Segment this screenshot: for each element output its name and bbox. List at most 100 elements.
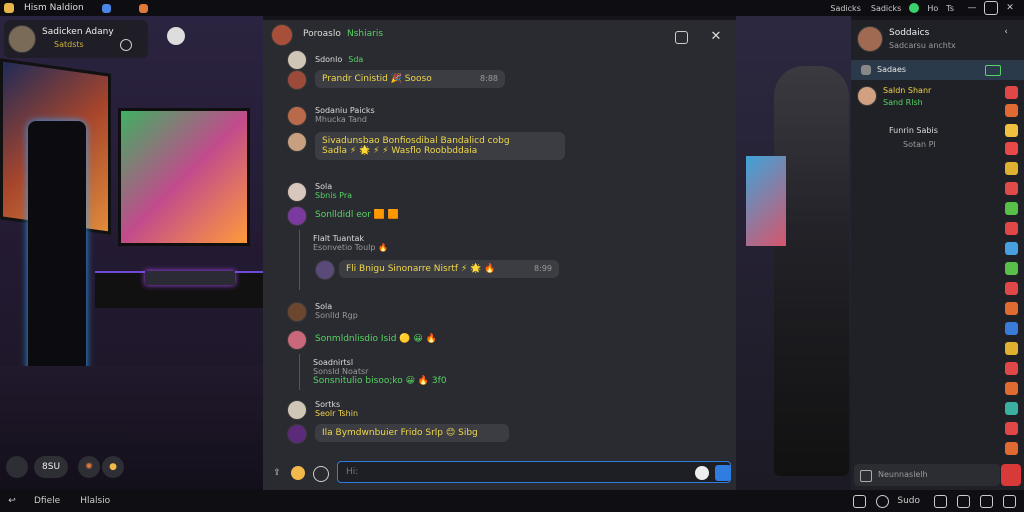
window-menu-d[interactable]: Ts xyxy=(946,4,954,13)
settings-icon[interactable] xyxy=(120,39,132,51)
message-6[interactable]: Sortks Seolr Tshin xyxy=(287,400,358,420)
member-avatar[interactable] xyxy=(857,86,877,106)
close-icon[interactable]: ✕ xyxy=(1004,2,1016,14)
message-avatar[interactable] xyxy=(287,132,307,152)
chat-header-avatar[interactable] xyxy=(271,24,293,46)
message-3[interactable]: Flalt Tuantak Esonvetio Toulp 🔥 xyxy=(313,234,388,252)
chat-header-name: Poroaslo xyxy=(303,29,341,39)
window-menu-c[interactable]: Ho xyxy=(927,4,938,13)
message-tag: Sonsld Noatsr xyxy=(313,367,369,376)
chat-bubble-icon[interactable] xyxy=(980,494,993,508)
more-icon[interactable]: ‹ xyxy=(1001,27,1011,37)
app-icon[interactable] xyxy=(1005,382,1018,395)
status-left-0[interactable]: Dfiele xyxy=(34,496,60,506)
message-avatar[interactable] xyxy=(287,206,307,226)
message-0[interactable]: Sdonlo Sda xyxy=(287,50,363,70)
app-icon[interactable] xyxy=(1005,124,1018,137)
thread-line xyxy=(299,354,300,390)
message-avatar[interactable] xyxy=(315,260,335,280)
chat-close-icon[interactable]: ✕ xyxy=(709,29,723,44)
app-icon[interactable] xyxy=(1005,262,1018,275)
left-user-chip[interactable]: Sadicken Adany Satdsts xyxy=(4,20,148,58)
window-menu-a[interactable]: Sadicks xyxy=(830,4,860,13)
minimize-icon[interactable]: — xyxy=(966,2,978,14)
app-icon[interactable] xyxy=(1005,86,1018,99)
members-header: Soddaics Sadcarsu anchtx ‹ xyxy=(851,20,1024,58)
message-avatar[interactable] xyxy=(287,182,307,202)
message-avatar[interactable] xyxy=(287,70,307,90)
app-icon[interactable] xyxy=(1005,362,1018,375)
message-bubble[interactable]: Fli Bnigu Sinonarre Nisrtf ⚡ 🌟 🔥 8:99 xyxy=(339,260,559,278)
grid-icon[interactable] xyxy=(934,494,947,508)
alien-icon[interactable] xyxy=(167,27,185,45)
expand-icon[interactable] xyxy=(675,31,688,44)
message-avatar[interactable] xyxy=(287,400,307,420)
app-icon[interactable] xyxy=(1005,242,1018,255)
back-icon[interactable]: ↩ xyxy=(6,495,18,507)
app-icon[interactable] xyxy=(1005,222,1018,235)
theme-icon[interactable] xyxy=(6,456,28,478)
mic-button[interactable] xyxy=(1001,464,1021,486)
left-user-avatar[interactable] xyxy=(8,25,36,53)
app-icon[interactable] xyxy=(1005,282,1018,295)
message-avatar[interactable] xyxy=(287,330,307,350)
message-tag: Esonvetio Toulp 🔥 xyxy=(313,243,388,252)
message-bubble[interactable]: Ila Bymdwnbuier Frido Srlp 😊 Sibg xyxy=(315,424,509,442)
gif-icon[interactable] xyxy=(291,466,305,480)
app-icon[interactable] xyxy=(1005,162,1018,175)
app-icon[interactable] xyxy=(1005,342,1018,355)
fire-icon[interactable]: ✺ xyxy=(78,456,100,478)
send-icon[interactable] xyxy=(715,465,731,481)
status-online-icon xyxy=(909,3,920,13)
app-icon[interactable] xyxy=(1005,442,1018,455)
message-text: Sonsnitulio bisoo;ko 😀 🔥 3f0 xyxy=(313,376,447,386)
left-bottom-controls: 8SU ✺ ● xyxy=(6,456,124,478)
image-icon[interactable] xyxy=(957,494,970,508)
message-avatar[interactable] xyxy=(287,50,307,70)
app-icon[interactable] xyxy=(1005,182,1018,195)
message-tag: Sda xyxy=(348,55,364,64)
app-icon[interactable] xyxy=(1005,322,1018,335)
folder-icon[interactable] xyxy=(138,3,148,13)
app-icon[interactable] xyxy=(1005,302,1018,315)
window-menu-b[interactable]: Sadicks xyxy=(871,4,901,13)
app-icon[interactable] xyxy=(1005,202,1018,215)
members-selected-row[interactable]: Sadaes xyxy=(851,60,1024,80)
members-pane: Soddaics Sadcarsu anchtx ‹ Sadaes Saldn … xyxy=(851,20,1024,490)
layout-icon[interactable] xyxy=(853,494,867,508)
message-text: Sonmldnlisdio Isid 🟡 😀 🔥 xyxy=(315,334,437,344)
window-icon[interactable] xyxy=(1003,494,1016,508)
pin-icon[interactable] xyxy=(101,3,111,13)
member-0[interactable]: Saldn Shanr Sand Rlsh xyxy=(855,84,1005,118)
status-left-1[interactable]: Hlalsio xyxy=(80,496,110,506)
message-5[interactable]: Soadnirtsl Sonsld Noatsr Sonsnitulio bis… xyxy=(313,358,447,386)
emoji-status-icon[interactable] xyxy=(876,494,890,508)
member-name: Funrin Sabis xyxy=(889,126,938,135)
message-1[interactable]: Sodaniu Paicks Mhucka Tand xyxy=(287,106,375,126)
members-search[interactable]: Neunnaslelh xyxy=(854,464,1000,486)
attach-icon[interactable]: ⇪ xyxy=(271,467,283,479)
maximize-icon[interactable] xyxy=(984,1,998,15)
message-author: Sola xyxy=(315,302,333,311)
toggle-icon[interactable] xyxy=(985,65,1001,76)
app-icon[interactable] xyxy=(1005,402,1018,415)
message-4[interactable]: Sola Sonlld Rgp xyxy=(287,302,358,322)
sticker-icon[interactable] xyxy=(695,466,709,480)
app-icon[interactable] xyxy=(1005,104,1018,117)
soldier-background xyxy=(736,16,851,490)
message-avatar[interactable] xyxy=(287,106,307,126)
member-1[interactable]: Funrin Sabis Sotan Pl xyxy=(855,124,1005,158)
message-bubble[interactable]: Prandr Cinistid 🎉 Sooso 8:88 xyxy=(315,70,505,88)
app-icon[interactable] xyxy=(1005,422,1018,435)
left-bottom-chip[interactable]: 8SU xyxy=(34,456,69,478)
app-icon[interactable] xyxy=(1005,142,1018,155)
message-input[interactable] xyxy=(337,461,731,483)
message-avatar[interactable] xyxy=(287,302,307,322)
message-bubble[interactable]: Sivadunsbao Bonfiosdibal Bandalicd cobg … xyxy=(315,132,565,160)
emoji-picker-icon[interactable] xyxy=(313,466,329,482)
message-avatar[interactable] xyxy=(287,424,307,444)
message-2[interactable]: Sola Sbnis Pra xyxy=(287,182,352,202)
status-right-0[interactable]: Sudo xyxy=(897,496,920,506)
members-avatar[interactable] xyxy=(857,26,883,52)
emoji-icon[interactable]: ● xyxy=(102,456,124,478)
